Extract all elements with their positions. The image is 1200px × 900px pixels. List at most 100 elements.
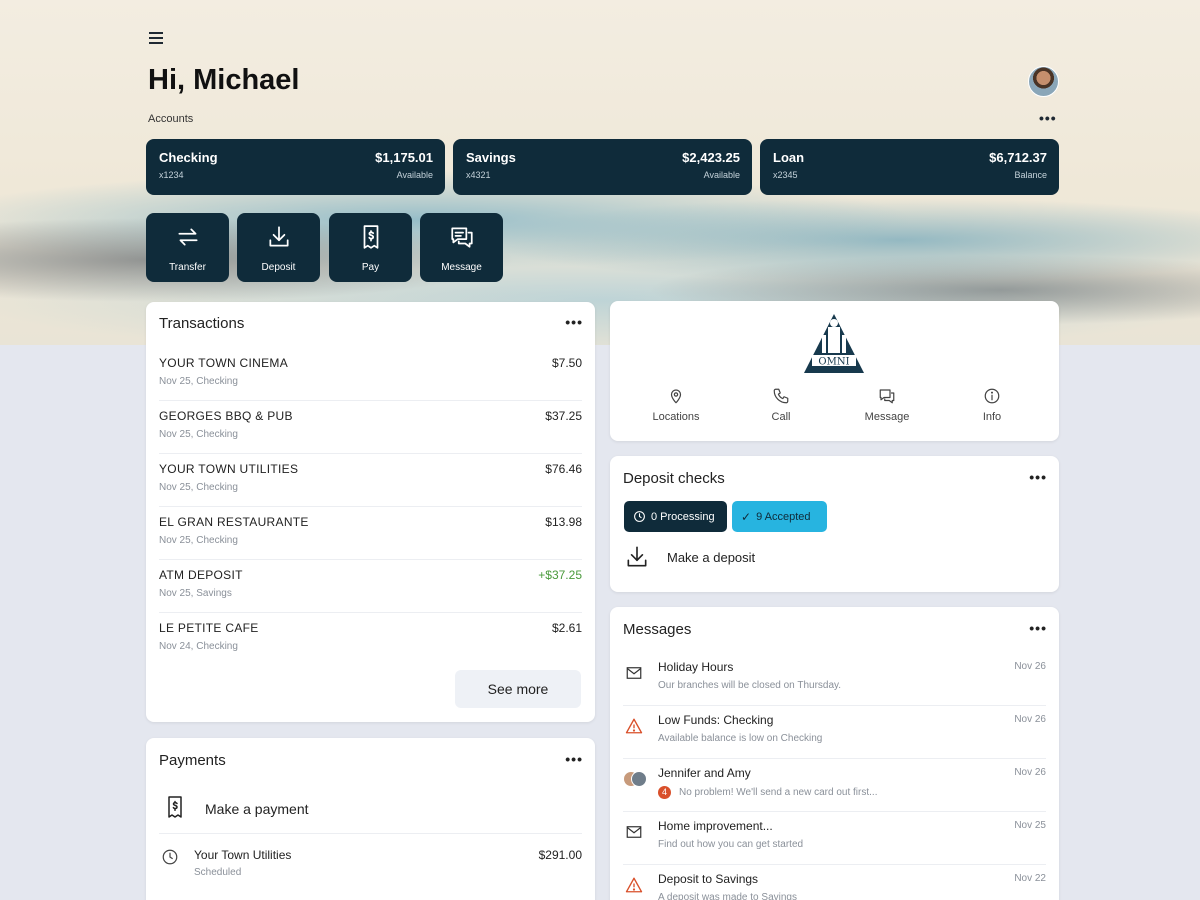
warning-icon [623,875,645,895]
account-name: Checking [159,150,218,165]
transaction-date-account: Nov 25, Checking [159,376,238,387]
list-item[interactable]: Deposit to Savings A deposit was made to… [623,865,1046,900]
deposit-button[interactable]: Deposit [237,213,320,282]
table-row[interactable]: ATM DEPOSIT Nov 25, Savings +$37.25 [159,560,582,613]
messages-card: Messages ••• Holiday Hours Our branches … [610,607,1059,900]
dashboard: Hi, Michael Accounts ••• Checking x1234 … [146,0,1060,900]
call-link[interactable]: Call [736,387,826,423]
message-preview: A deposit was made to Savings [658,892,797,900]
account-number: x1234 [159,170,184,180]
avatar[interactable] [1028,66,1059,97]
account-balance-label: Available [703,170,740,180]
account-balance: $1,175.01 [375,150,433,165]
make-payment-label: Make a payment [205,801,309,817]
transfer-icon [178,228,198,246]
message-preview: Find out how you can get started [658,839,804,850]
phone-icon [773,388,789,404]
account-balance-label: Balance [1014,170,1047,180]
deposit-checks-more-icon[interactable]: ••• [1029,469,1047,485]
list-item[interactable]: Holiday Hours Our branches will be close… [623,653,1046,706]
account-card-checking[interactable]: Checking x1234 $1,175.01 Available [146,139,445,195]
group-avatar-icon [623,769,647,789]
message-title: Home improvement... [658,819,773,833]
payments-more-icon[interactable]: ••• [565,751,583,767]
table-row[interactable]: YOUR TOWN UTILITIES Nov 25, Checking $76… [159,454,582,507]
table-row[interactable]: GEORGES BBQ & PUB Nov 25, Checking $37.2… [159,401,582,454]
transaction-amount: $13.98 [545,515,582,529]
call-label: Call [771,411,791,423]
transaction-amount: $2.61 [551,621,582,635]
transaction-name: EL GRAN RESTAURANTE [159,515,309,529]
pay-label: Pay [361,262,380,273]
account-name: Loan [773,150,805,165]
message-label: Message [441,262,482,273]
account-card-loan[interactable]: Loan x2345 $6,712.37 Balance [760,139,1059,195]
table-row[interactable]: LE PETITE CAFE Nov 24, Checking $2.61 [159,613,582,666]
info-label: Info [982,411,1002,423]
see-more-button[interactable]: See more [455,670,581,708]
accounts-more-icon[interactable]: ••• [1039,110,1057,126]
payment-amount: $291.00 [538,848,582,862]
account-number: x2345 [773,170,798,180]
message-title: Deposit to Savings [658,872,759,886]
transaction-amount: $37.25 [545,409,582,423]
omni-logo-text: OMNI [818,357,849,368]
account-balance: $6,712.37 [989,150,1047,165]
payment-status: Scheduled [194,867,242,878]
table-row[interactable]: EL GRAN RESTAURANTE Nov 25, Checking $13… [159,507,582,560]
messages-title: Messages [623,621,692,638]
transactions-more-icon[interactable]: ••• [565,314,583,330]
list-item[interactable]: Your Town Utilities Scheduled $291.00 [159,844,582,890]
account-card-savings[interactable]: Savings x4321 $2,423.25 Available [453,139,752,195]
chat-icon [879,389,895,404]
transaction-date-account: Nov 25, Checking [159,429,238,440]
message-link[interactable]: Message [842,387,932,423]
table-row[interactable]: YOUR TOWN CINEMA Nov 25, Checking $7.50 [159,348,582,401]
payment-payee: Your Town Utilities [194,848,292,862]
message-title: Jennifer and Amy [658,766,751,780]
message-date: Nov 25 [1014,820,1046,831]
message-date: Nov 26 [1014,767,1046,778]
transactions-title: Transactions [159,315,245,332]
deposit-checks-title: Deposit checks [623,470,725,487]
bank-info-card: OMNI Locations Call Message Info [610,301,1059,441]
list-item[interactable]: Home improvement... Find out how you can… [623,812,1046,865]
bill-icon [168,796,182,818]
list-item[interactable]: Jennifer and Amy 4 No problem! We'll send… [623,759,1046,812]
deposit-icon [269,226,289,247]
bill-icon [363,225,379,249]
accepted-filter-button[interactable]: ✓ 9 Accepted [732,501,827,532]
message-date: Nov 26 [1014,661,1046,672]
deposit-icon [627,546,647,567]
clock-icon [162,849,178,865]
processing-label: 0 Processing [651,510,715,523]
transaction-name: ATM DEPOSIT [159,568,243,582]
hamburger-menu-icon[interactable] [149,32,163,46]
messages-more-icon[interactable]: ••• [1029,620,1047,636]
warning-icon [623,716,645,736]
transactions-card: Transactions ••• YOUR TOWN CINEMA Nov 25… [146,302,595,722]
processing-filter-button[interactable]: 0 Processing [624,501,727,532]
transfer-button[interactable]: Transfer [146,213,229,282]
make-deposit-row[interactable]: Make a deposit [624,544,755,570]
pay-button[interactable]: Pay [329,213,412,282]
transaction-date-account: Nov 25, Savings [159,588,232,599]
location-pin-icon [670,389,682,404]
payments-title: Payments [159,752,226,769]
accounts-label: Accounts [148,113,194,125]
transaction-date-account: Nov 25, Checking [159,482,238,493]
account-balance: $2,423.25 [682,150,740,165]
message-date: Nov 22 [1014,873,1046,884]
make-payment-row[interactable]: Make a payment [159,794,582,834]
omni-logo: OMNI [804,314,864,373]
message-icon [451,227,473,248]
deposit-label: Deposit [261,262,296,273]
info-link[interactable]: Info [947,387,1037,423]
message-button[interactable]: Message [420,213,503,282]
locations-label: Locations [652,411,700,423]
list-item[interactable]: Low Funds: Checking Available balance is… [623,706,1046,759]
transaction-name: LE PETITE CAFE [159,621,259,635]
clock-icon [634,511,645,522]
payments-card: Payments ••• Make a payment Your Town Ut… [146,738,595,900]
locations-link[interactable]: Locations [631,387,721,423]
